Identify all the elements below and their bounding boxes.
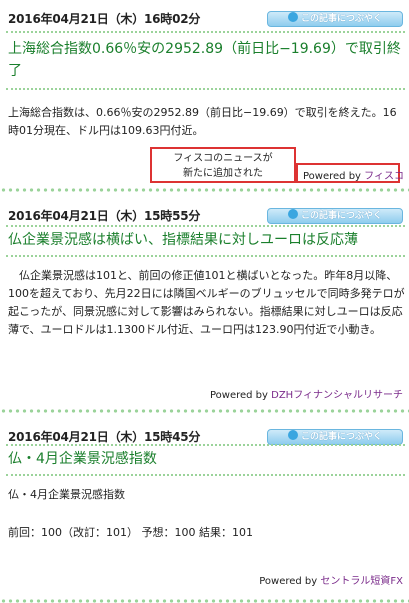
- article-title[interactable]: 仏企業景況感は横ばい、指標結果に対しユーロは反応薄: [8, 229, 406, 251]
- divider: [6, 474, 405, 476]
- divider: [6, 225, 405, 227]
- article-header: 2016年04月21日（木）15時55分 この記事につぶやく: [0, 197, 409, 227]
- article-body-line-1: 仏・4月企業景況感指数: [8, 488, 125, 501]
- article-date: 2016年04月21日（木）16時02分: [8, 12, 201, 26]
- twitter-bird-icon: [287, 209, 298, 219]
- article-separator: [0, 407, 409, 415]
- article-title[interactable]: 仏・4月企業景況感指数: [8, 448, 157, 470]
- divider: [6, 31, 405, 33]
- tweet-button-label: この記事につぶやく: [300, 432, 382, 442]
- powered-by-highlight: Powered by フィスコ: [296, 163, 404, 183]
- article-body: 仏企業景況感は101と、前回の修正値101と横ばいとなった。昨年8月以降、100…: [8, 269, 405, 336]
- divider: [6, 444, 405, 446]
- powered-by-prefix: Powered by: [259, 576, 318, 587]
- article-date: 2016年04月21日（木）15時55分: [8, 209, 201, 223]
- article-separator: [0, 186, 409, 194]
- source-link[interactable]: DZHフィナンシャルリサーチ: [271, 390, 403, 401]
- news-article-2: 2016年04月21日（木）15時55分 この記事につぶやく 仏企業景況感は横ば…: [0, 197, 409, 411]
- notification-popup: フィスコのニュースが 新たに追加された: [150, 147, 296, 183]
- article-header: 2016年04月21日（木）16時02分 この記事につぶやく: [0, 0, 409, 30]
- article-body-line-2: 前回：100（改訂：101） 予想：100 結果：101: [8, 526, 253, 539]
- tweet-button[interactable]: この記事につぶやく: [267, 429, 403, 445]
- source-link[interactable]: フィスコ: [364, 171, 404, 182]
- tweet-button[interactable]: この記事につぶやく: [267, 208, 403, 224]
- divider: [6, 255, 405, 257]
- tweet-button-label: この記事につぶやく: [300, 14, 382, 24]
- powered-by: Powered by DZHフィナンシャルリサーチ: [210, 386, 403, 401]
- tweet-button-label: この記事につぶやく: [300, 211, 382, 221]
- divider: [6, 88, 405, 90]
- powered-by: Powered by フィスコ: [303, 167, 404, 182]
- popup-line-2: 新たに追加された: [183, 168, 263, 179]
- article-separator: [0, 597, 409, 603]
- news-article-3: 2016年04月21日（木）15時45分 この記事につぶやく 仏・4月企業景況感…: [0, 418, 409, 603]
- article-date: 2016年04月21日（木）15時45分: [8, 430, 201, 444]
- article-body: 上海総合指数は、0.66％安の2952.89（前日比−19.69）で取引を終えた…: [8, 106, 397, 137]
- powered-by: Powered by セントラル短資FX: [259, 572, 403, 587]
- twitter-bird-icon: [287, 12, 298, 22]
- twitter-bird-icon: [287, 430, 298, 440]
- tweet-button[interactable]: この記事につぶやく: [267, 11, 403, 27]
- article-title[interactable]: 上海総合指数0.66％安の2952.89（前日比−19.69）で取引終了: [8, 38, 406, 82]
- source-link[interactable]: セントラル短資FX: [320, 576, 403, 587]
- powered-by-prefix: Powered by: [209, 390, 268, 401]
- powered-by-prefix: Powered by: [303, 171, 361, 182]
- popup-line-1: フィスコのニュースが: [173, 153, 273, 164]
